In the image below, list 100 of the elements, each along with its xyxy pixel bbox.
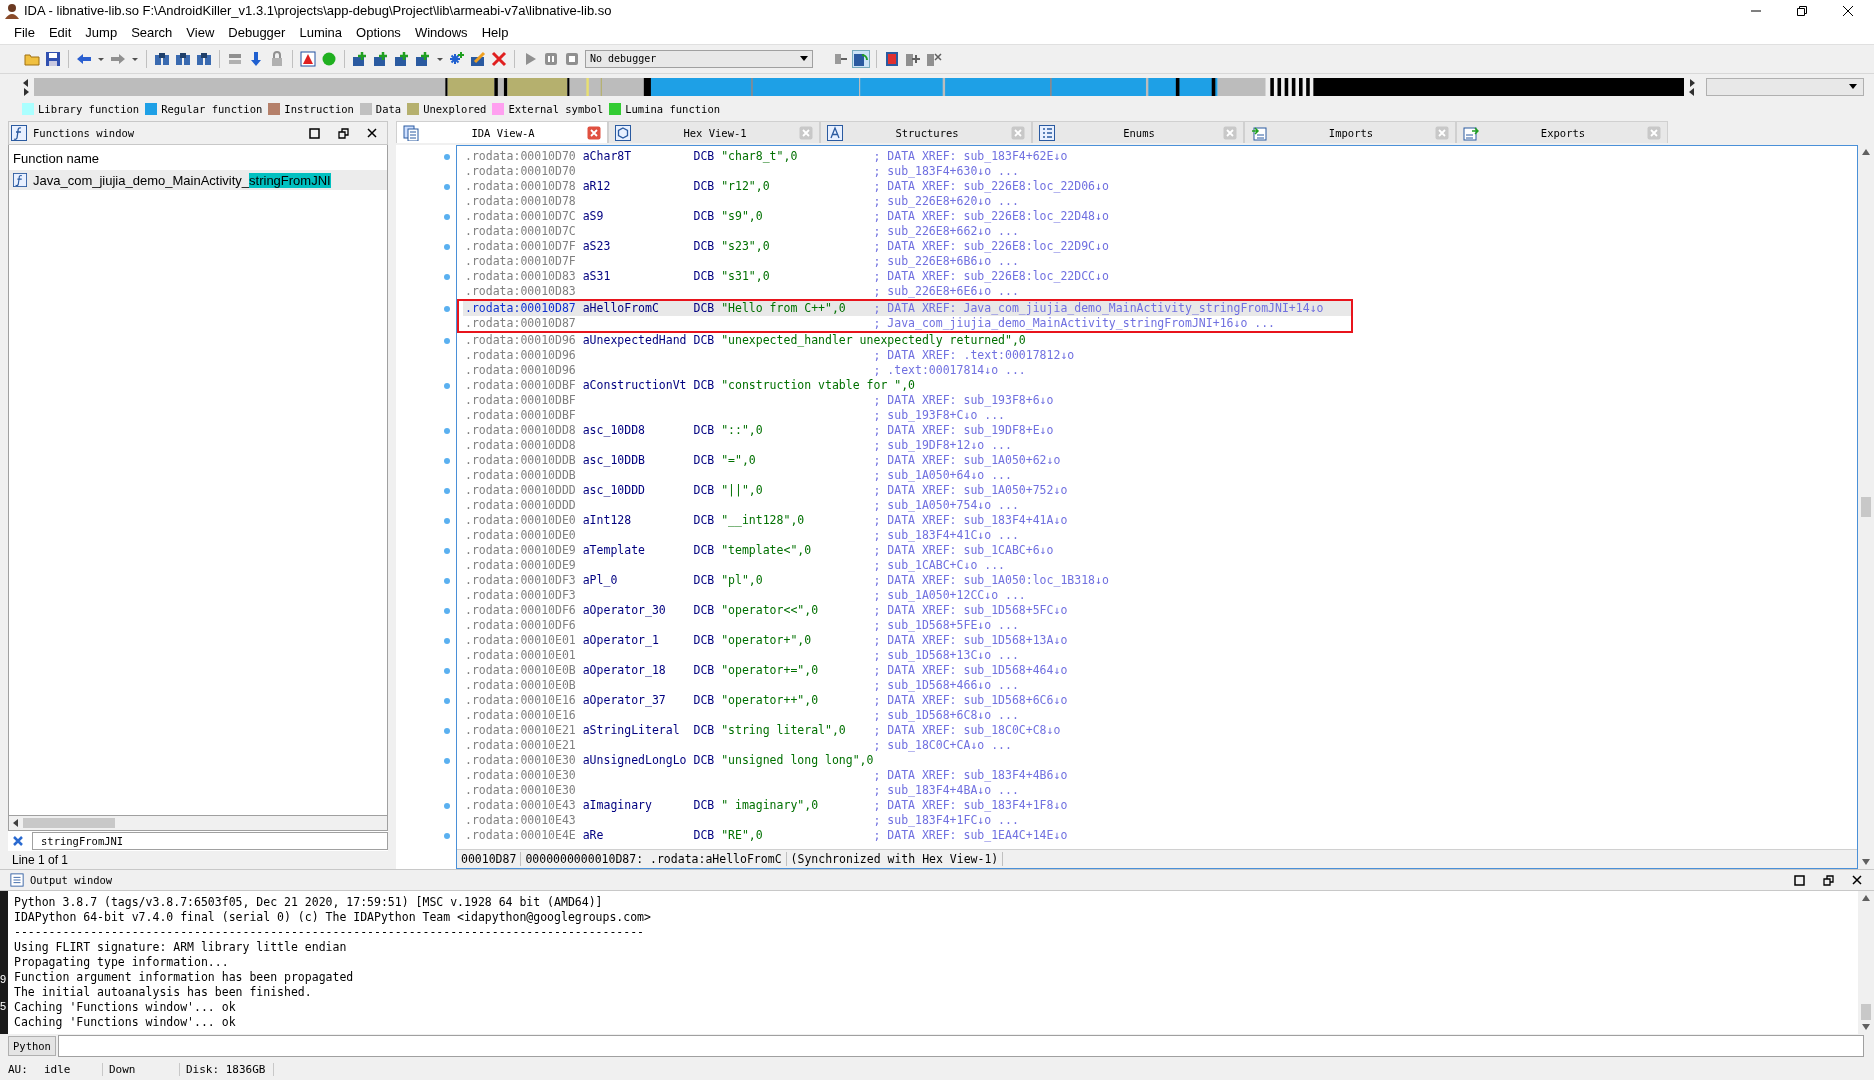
close-icon[interactable] (1842, 4, 1854, 17)
listing-line[interactable]: .rodata:00010D7F ; sub_226E8+6B6↓o ... (463, 254, 1857, 270)
refresh-icon[interactable] (853, 50, 869, 67)
tab[interactable]: Imports (1244, 121, 1456, 144)
listing-line[interactable]: .rodata:00010D83 aS31 DCB "s31",0 ; DATA XREF: sub_226E8:loc_22DCC↓o (463, 269, 1857, 285)
breakpoint-dot[interactable] (444, 727, 450, 734)
listing-line[interactable]: .rodata:00010D78 aR12 DCB "r12",0 ; DATA XREF: sub_226E8:loc_22D06↓o (463, 179, 1857, 195)
tab[interactable]: Structures (820, 121, 1032, 144)
document-plus-icon[interactable] (415, 50, 431, 67)
listing-line[interactable]: .rodata:00010DBF aConstructionVt DCB "construction vtable for ",0 (463, 378, 1857, 394)
python-button[interactable]: Python (8, 1036, 56, 1057)
breakpoint-dot[interactable] (444, 427, 450, 434)
warning-icon[interactable] (300, 50, 316, 67)
menu-item[interactable]: Help (481, 25, 509, 41)
listing-line[interactable]: .rodata:00010D96 aUnexpectedHand DCB "unexpected_handler unexpectedly returned",0 (463, 333, 1857, 349)
breakpoint-dot[interactable] (444, 802, 450, 809)
restore-icon[interactable] (338, 127, 349, 139)
listing-line[interactable]: .rodata:00010E16 aOperator_37 DCB "operator++",0 ; DATA XREF: sub_1D568+6C6↓o (463, 693, 1857, 709)
breakpoint-dot[interactable] (444, 832, 450, 839)
listing-line[interactable]: .rodata:00010E43 ; sub_183F4+1FC↓o ... (463, 813, 1857, 829)
listing-line[interactable]: .rodata:00010E16 ; sub_1D568+6C8↓o ... (463, 708, 1857, 724)
scroll-thumb[interactable] (1861, 1004, 1871, 1021)
listing-line[interactable]: .rodata:00010E30 aUnsignedLongLo DCB "unsigned long long",0 (463, 753, 1857, 769)
binoculars-icon[interactable] (154, 50, 170, 67)
up-arrow-icon[interactable] (1862, 149, 1870, 156)
close-icon[interactable] (1852, 875, 1862, 886)
tab[interactable]: Hex View-1 (608, 121, 820, 144)
listing-line[interactable]: .rodata:00010DF3 aPl_0 DCB "pl",0 ; DATA XREF: sub_1A050:loc_1B318↓o (463, 573, 1857, 589)
menu-item[interactable]: Search (131, 25, 173, 41)
restore-icon[interactable] (1796, 4, 1808, 17)
pause-icon[interactable] (543, 50, 559, 67)
listing-line[interactable]: .rodata:00010E01 aOperator_1 DCB "operator+",0 ; DATA XREF: sub_1D568+13A↓o (463, 633, 1857, 649)
listing-line[interactable]: .rodata:00010D96 ; DATA XREF: .text:00017812↓o (463, 348, 1857, 364)
tab[interactable]: IDA View-A (396, 121, 608, 144)
cross-icon[interactable] (491, 50, 507, 67)
restore-icon[interactable] (1823, 874, 1834, 886)
breakpoint-dot[interactable] (444, 243, 450, 250)
maximize-icon[interactable] (1794, 874, 1805, 886)
listing-line[interactable]: .rodata:00010DF6 ; sub_1D568+5FE↓o ... (463, 618, 1857, 634)
breakpoint-dot[interactable] (444, 637, 450, 644)
pencil-icon[interactable] (470, 50, 486, 67)
listing-line[interactable]: .rodata:00010D70 aChar8T DCB "char8_t",0 ; DATA XREF: sub_183F4+62E↓o (463, 149, 1857, 165)
listing-line[interactable]: .rodata:00010E43 aImaginary DCB " imaginary",0 ; DATA XREF: sub_183F4+1F8↓o (463, 798, 1857, 814)
listing-line[interactable]: .rodata:00010D83 ; sub_226E8+6E6↓o ... (463, 284, 1857, 300)
listing-line[interactable]: .rodata:00010D96 ; .text:00017814↓o ... (463, 363, 1857, 379)
lock-icon[interactable] (269, 50, 285, 67)
down-arrow-icon[interactable] (248, 50, 264, 67)
listing-line[interactable]: .rodata:00010DE9 ; sub_1CABC+C↓o ... (463, 558, 1857, 574)
menu-item[interactable]: File (14, 25, 35, 41)
listing-line[interactable]: .rodata:00010E30 ; sub_183F4+4BA↓o ... (463, 783, 1857, 799)
breakpoint-dot[interactable] (444, 607, 450, 614)
column-header[interactable]: Function name (9, 145, 387, 171)
listing-line[interactable]: .rodata:00010DD8 asc_10DD8 DCB "::",0 ; DATA XREF: sub_19DF8+E↓o (463, 423, 1857, 439)
close-icon[interactable] (367, 128, 377, 139)
binoculars-icon[interactable] (175, 50, 191, 67)
menu-item[interactable]: Lumina (299, 25, 343, 41)
close-filter-icon[interactable] (12, 835, 24, 848)
document-plus-icon[interactable] (352, 50, 368, 67)
vertical-scrollbar[interactable] (1858, 145, 1874, 870)
breakpoint-dot[interactable] (444, 183, 450, 190)
down-arrow-icon[interactable] (1862, 1024, 1870, 1031)
asterisk-icon[interactable] (449, 50, 465, 67)
breakpoint-dot[interactable] (444, 487, 450, 494)
listing-line[interactable]: .rodata:00010DF3 ; sub_1A050+12CC↓o ... (463, 588, 1857, 604)
listing-line[interactable]: .rodata:00010D7C aS9 DCB "s9",0 ; DATA XREF: sub_226E8:loc_22D48↓o (463, 209, 1857, 225)
listing-line[interactable]: .rodata:00010E01 ; sub_1D568+13C↓o ... (463, 648, 1857, 664)
listing-line[interactable]: .rodata:00010E0B aOperator_18 DCB "operator+=",0 ; DATA XREF: sub_1D568+464↓o (463, 663, 1857, 679)
listing-line[interactable]: .rodata:00010E4E aRe DCB "RE",0 ; DATA XREF: sub_1EA4C+14E↓o (463, 828, 1857, 844)
scroll-thumb[interactable] (23, 818, 115, 829)
listing-line[interactable]: .rodata:00010DBF ; sub_193F8+C↓o ... (463, 408, 1857, 424)
listing-line[interactable]: .rodata:00010DE0 aInt128 DCB "__int128",0 ; DATA XREF: sub_183F4+41A↓o (463, 513, 1857, 529)
tab[interactable]: Exports (1456, 121, 1668, 144)
breakpoint-dot[interactable] (444, 757, 450, 764)
listing-line[interactable]: .rodata:00010D70 ; sub_183F4+630↓o ... (463, 164, 1857, 180)
menu-item[interactable]: Debugger (228, 25, 286, 41)
listing-line[interactable]: .rodata:00010E30 ; DATA XREF: sub_183F4+4B6↓o (463, 768, 1857, 784)
save-icon[interactable] (45, 50, 61, 67)
breakpoint-dot[interactable] (444, 305, 450, 312)
scroll-arrows-icon[interactable] (22, 77, 30, 96)
listing-line[interactable]: .rodata:00010E0B ; sub_1D568+466↓o ... (463, 678, 1857, 694)
breakpoint-dot[interactable] (444, 577, 450, 584)
breakpoint-dot[interactable] (444, 273, 450, 280)
down-arrow-icon[interactable] (1862, 859, 1870, 866)
breakpoint-dot[interactable] (444, 697, 450, 704)
filter-field[interactable]: stringFromJNI (32, 832, 388, 851)
segment-select[interactable] (1706, 77, 1864, 96)
scroll-thumb[interactable] (1861, 497, 1871, 518)
listing-line[interactable]: .rodata:00010DE9 aTemplate DCB "template<",0 ; DATA XREF: sub_1CABC+6↓o (463, 543, 1857, 559)
listing-line[interactable]: .rodata:00010D87 ; Java_com_jiujia_demo_MainActivity_stringFromJNI+16↓o ... (463, 316, 1351, 332)
command-field[interactable] (57, 1035, 1864, 1058)
menu-item[interactable]: Edit (48, 25, 72, 41)
breakpoint-dot[interactable] (444, 213, 450, 220)
circle-icon[interactable] (321, 50, 337, 67)
breakpoint-dot[interactable] (444, 382, 450, 389)
listing-line[interactable]: .rodata:00010DBF ; DATA XREF: sub_193F8+6↓o (463, 393, 1857, 409)
listing-line[interactable]: .rodata:00010DDD ; sub_1A050+754↓o ... (463, 498, 1857, 514)
listing-line[interactable]: .rodata:00010E21 ; sub_18C0C+CA↓o ... (463, 738, 1857, 754)
listing-line[interactable]: .rodata:00010DF6 aOperator_30 DCB "operator<<",0 ; DATA XREF: sub_1D568+5FC↓o (463, 603, 1857, 619)
listing-line[interactable]: .rodata:00010DDB ; sub_1A050+64↓o ... (463, 468, 1857, 484)
listing-line[interactable]: .rodata:00010E21 aStringLiteral DCB "string literal",0 ; DATA XREF: sub_18C0C+C8↓o (463, 723, 1857, 739)
